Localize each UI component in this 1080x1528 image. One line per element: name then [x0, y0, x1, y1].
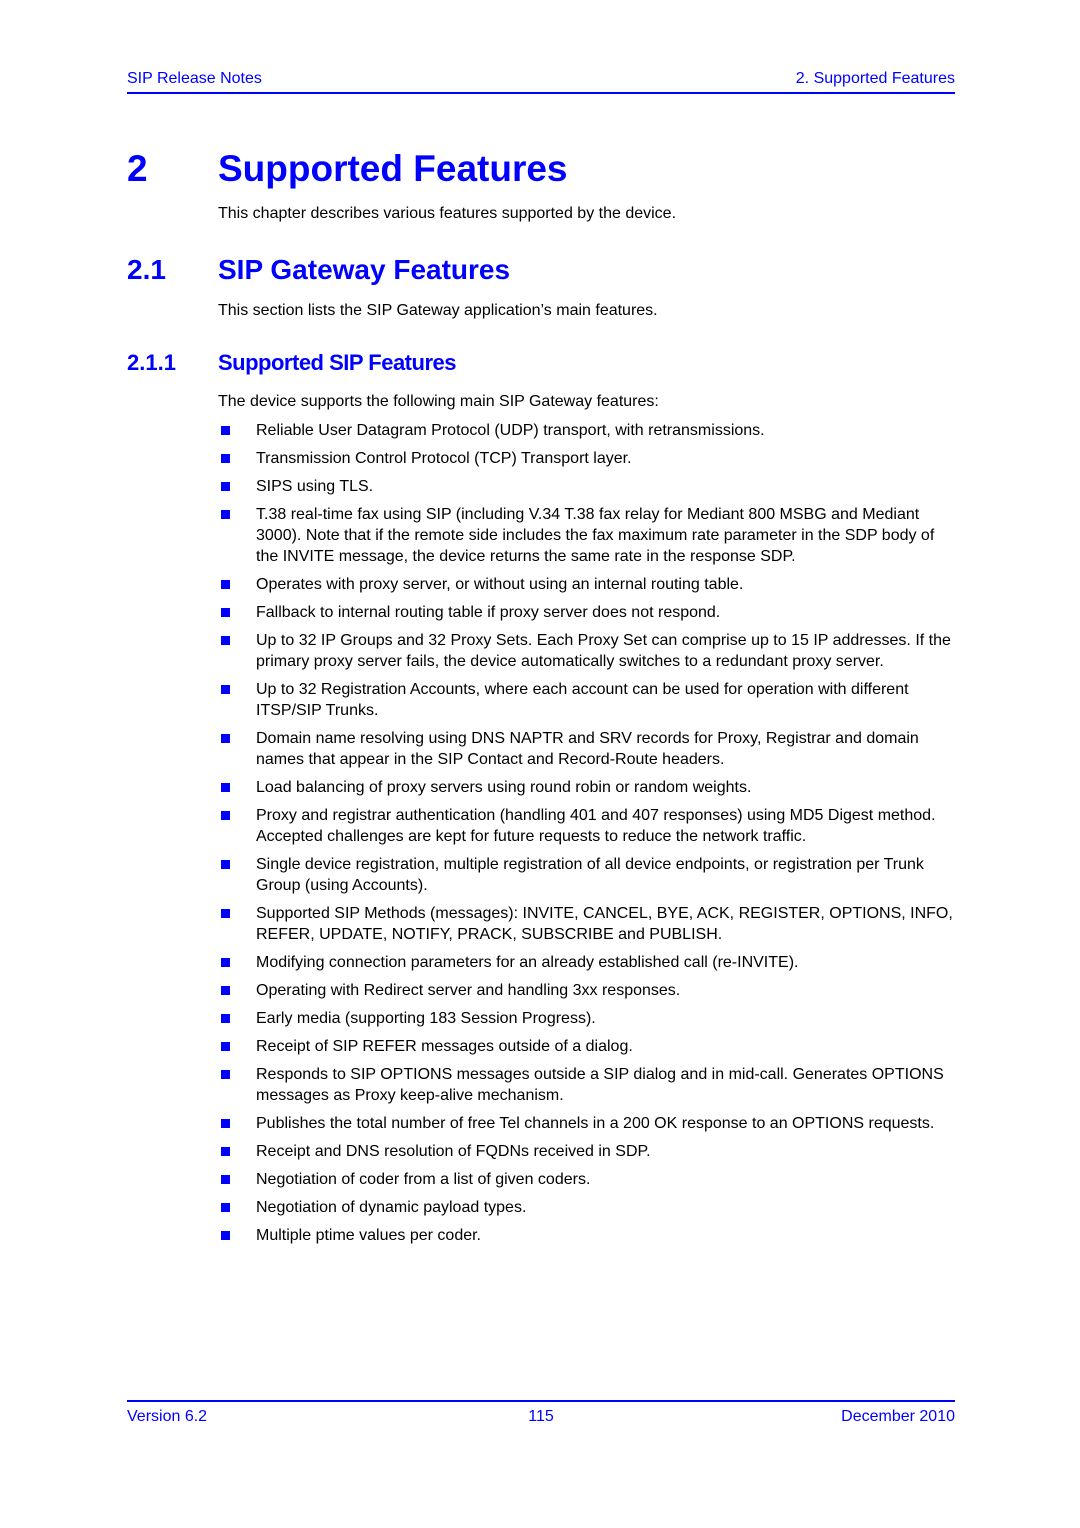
list-item: Operating with Redirect server and handl… [218, 980, 958, 1001]
subsection-number: 2.1.1 [127, 350, 176, 375]
list-item: Reliable User Datagram Protocol (UDP) tr… [218, 420, 958, 441]
list-item-text: Negotiation of coder from a list of give… [256, 1171, 591, 1188]
square-bullet-icon [221, 811, 230, 820]
chapter-heading: 2 Supported Features [127, 148, 568, 190]
subsection-intro: The device supports the following main S… [218, 393, 659, 410]
chapter-title: Supported Features [218, 148, 568, 189]
list-item-text: Receipt and DNS resolution of FQDNs rece… [256, 1143, 651, 1160]
list-item: Single device registration, multiple reg… [218, 854, 958, 896]
footer-date: December 2010 [841, 1408, 955, 1425]
list-item-text: Operates with proxy server, or without u… [256, 576, 744, 593]
section-number: 2.1 [127, 254, 166, 285]
square-bullet-icon [221, 1175, 230, 1184]
page-number: 115 [528, 1408, 554, 1425]
list-item: Domain name resolving using DNS NAPTR an… [218, 728, 958, 770]
list-item-text: Load balancing of proxy servers using ro… [256, 779, 752, 796]
list-item-text: Modifying connection parameters for an a… [256, 954, 799, 971]
list-item-text: Domain name resolving using DNS NAPTR an… [256, 730, 919, 768]
list-item: Up to 32 Registration Accounts, where ea… [218, 679, 958, 721]
footer-version: Version 6.2 [127, 1408, 208, 1425]
list-item: Supported SIP Methods (messages): INVITE… [218, 903, 958, 945]
square-bullet-icon [221, 608, 230, 617]
square-bullet-icon [221, 1147, 230, 1156]
list-item: SIPS using TLS. [218, 476, 958, 497]
square-bullet-icon [221, 1203, 230, 1212]
list-item: Proxy and registrar authentication (hand… [218, 805, 958, 847]
header-chapter: 2. Supported Features [795, 70, 955, 87]
square-bullet-icon [221, 1231, 230, 1240]
square-bullet-icon [221, 986, 230, 995]
page-header: SIP Release Notes 2. Supported Features [127, 70, 955, 94]
list-item: Negotiation of dynamic payload types. [218, 1197, 958, 1218]
square-bullet-icon [221, 958, 230, 967]
list-item-text: Multiple ptime values per coder. [256, 1227, 481, 1244]
list-item: Transmission Control Protocol (TCP) Tran… [218, 448, 958, 469]
list-item-text: Single device registration, multiple reg… [256, 856, 924, 894]
square-bullet-icon [221, 510, 230, 519]
list-item-text: Publishes the total number of free Tel c… [256, 1115, 935, 1132]
square-bullet-icon [221, 860, 230, 869]
square-bullet-icon [221, 1070, 230, 1079]
section-title: SIP Gateway Features [218, 254, 511, 285]
section-heading: 2.1 SIP Gateway Features [127, 254, 510, 286]
square-bullet-icon [221, 909, 230, 918]
list-item-text: SIPS using TLS. [256, 478, 374, 495]
list-item-text: Negotiation of dynamic payload types. [256, 1199, 527, 1216]
list-item: Early media (supporting 183 Session Prog… [218, 1008, 958, 1029]
square-bullet-icon [221, 454, 230, 463]
feature-list: Reliable User Datagram Protocol (UDP) tr… [218, 420, 958, 1253]
chapter-intro: This chapter describes various features … [218, 205, 677, 222]
list-item-text: Transmission Control Protocol (TCP) Tran… [256, 450, 632, 467]
list-item: Receipt and DNS resolution of FQDNs rece… [218, 1141, 958, 1162]
list-item: Load balancing of proxy servers using ro… [218, 777, 958, 798]
square-bullet-icon [221, 685, 230, 694]
list-item: Negotiation of coder from a list of give… [218, 1169, 958, 1190]
list-item-text: Receipt of SIP REFER messages outside of… [256, 1038, 633, 1055]
list-item: Up to 32 IP Groups and 32 Proxy Sets. Ea… [218, 630, 958, 672]
page-footer: Version 6.2 115 December 2010 [127, 1400, 955, 1426]
list-item-text: Supported SIP Methods (messages): INVITE… [256, 905, 953, 943]
list-item-text: Up to 32 Registration Accounts, where ea… [256, 681, 909, 719]
list-item: Modifying connection parameters for an a… [218, 952, 958, 973]
list-item-text: T.38 real-time fax using SIP (including … [256, 506, 935, 565]
list-item-text: Early media (supporting 183 Session Prog… [256, 1010, 596, 1027]
list-item: Operates with proxy server, or without u… [218, 574, 958, 595]
square-bullet-icon [221, 783, 230, 792]
list-item-text: Proxy and registrar authentication (hand… [256, 807, 936, 845]
list-item: Responds to SIP OPTIONS messages outside… [218, 1064, 958, 1106]
square-bullet-icon [221, 580, 230, 589]
square-bullet-icon [221, 1014, 230, 1023]
list-item-text: Reliable User Datagram Protocol (UDP) tr… [256, 422, 765, 439]
list-item-text: Up to 32 IP Groups and 32 Proxy Sets. Ea… [256, 632, 951, 670]
list-item: T.38 real-time fax using SIP (including … [218, 504, 958, 567]
subsection-heading: 2.1.1 Supported SIP Features [127, 350, 456, 376]
square-bullet-icon [221, 636, 230, 645]
list-item-text: Fallback to internal routing table if pr… [256, 604, 721, 621]
square-bullet-icon [221, 734, 230, 743]
square-bullet-icon [221, 482, 230, 491]
list-item: Multiple ptime values per coder. [218, 1225, 958, 1246]
square-bullet-icon [221, 1042, 230, 1051]
subsection-title: Supported SIP Features [218, 350, 456, 375]
square-bullet-icon [221, 426, 230, 435]
section-intro: This section lists the SIP Gateway appli… [218, 302, 658, 319]
square-bullet-icon [221, 1119, 230, 1128]
header-doc-title: SIP Release Notes [127, 70, 262, 87]
chapter-number: 2 [127, 148, 148, 189]
list-item: Publishes the total number of free Tel c… [218, 1113, 958, 1134]
list-item-text: Responds to SIP OPTIONS messages outside… [256, 1066, 944, 1104]
list-item: Fallback to internal routing table if pr… [218, 602, 958, 623]
list-item: Receipt of SIP REFER messages outside of… [218, 1036, 958, 1057]
list-item-text: Operating with Redirect server and handl… [256, 982, 681, 999]
